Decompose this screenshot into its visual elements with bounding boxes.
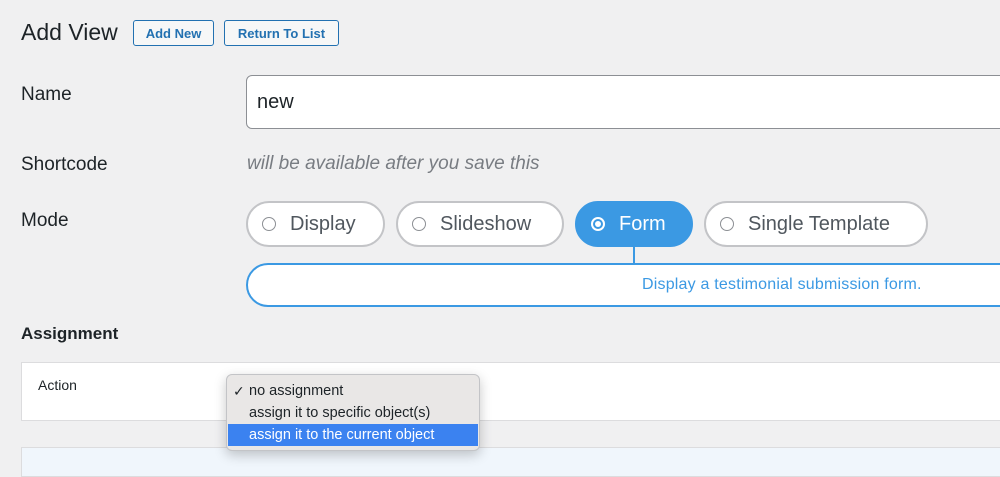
dropdown-option-label: assign it to specific object(s) bbox=[249, 405, 431, 421]
dropdown-option-specific-objects[interactable]: assign it to specific object(s) bbox=[227, 402, 479, 424]
checkmark-icon: ✓ bbox=[233, 383, 245, 399]
mode-option-single-template[interactable]: Single Template bbox=[704, 201, 928, 247]
mode-description: Display a testimonial submission form. bbox=[246, 263, 1000, 307]
page-title: Add View bbox=[21, 19, 118, 45]
shortcode-note: will be available after you save this bbox=[247, 153, 540, 174]
name-input[interactable] bbox=[246, 75, 1000, 129]
mode-option-label: Form bbox=[619, 212, 666, 235]
mode-option-form[interactable]: Form bbox=[575, 201, 693, 247]
action-dropdown-menu[interactable]: ✓ no assignment assign it to specific ob… bbox=[226, 374, 480, 451]
mode-connector-line bbox=[633, 247, 635, 264]
shortcode-label: Shortcode bbox=[21, 154, 108, 175]
name-label: Name bbox=[21, 84, 72, 105]
return-to-list-button[interactable]: Return To List bbox=[224, 20, 339, 46]
radio-icon bbox=[720, 217, 734, 231]
mode-option-label: Slideshow bbox=[440, 212, 532, 235]
mode-label: Mode bbox=[21, 210, 69, 231]
assignment-heading: Assignment bbox=[21, 324, 119, 343]
mode-option-display[interactable]: Display bbox=[246, 201, 385, 247]
next-panel bbox=[21, 447, 1000, 477]
radio-icon bbox=[262, 217, 276, 231]
radio-selected-icon bbox=[591, 217, 605, 231]
mode-option-label: Display bbox=[290, 212, 356, 235]
add-new-button[interactable]: Add New bbox=[133, 20, 214, 46]
dropdown-option-label: assign it to the current object bbox=[249, 427, 435, 443]
mode-option-label: Single Template bbox=[748, 212, 890, 235]
dropdown-option-no-assignment[interactable]: ✓ no assignment bbox=[227, 380, 479, 402]
dropdown-option-current-object[interactable]: assign it to the current object bbox=[228, 424, 478, 446]
action-label: Action bbox=[38, 377, 77, 393]
radio-icon bbox=[412, 217, 426, 231]
assignment-panel bbox=[21, 362, 1000, 421]
mode-option-slideshow[interactable]: Slideshow bbox=[396, 201, 564, 247]
dropdown-option-label: no assignment bbox=[249, 383, 344, 399]
